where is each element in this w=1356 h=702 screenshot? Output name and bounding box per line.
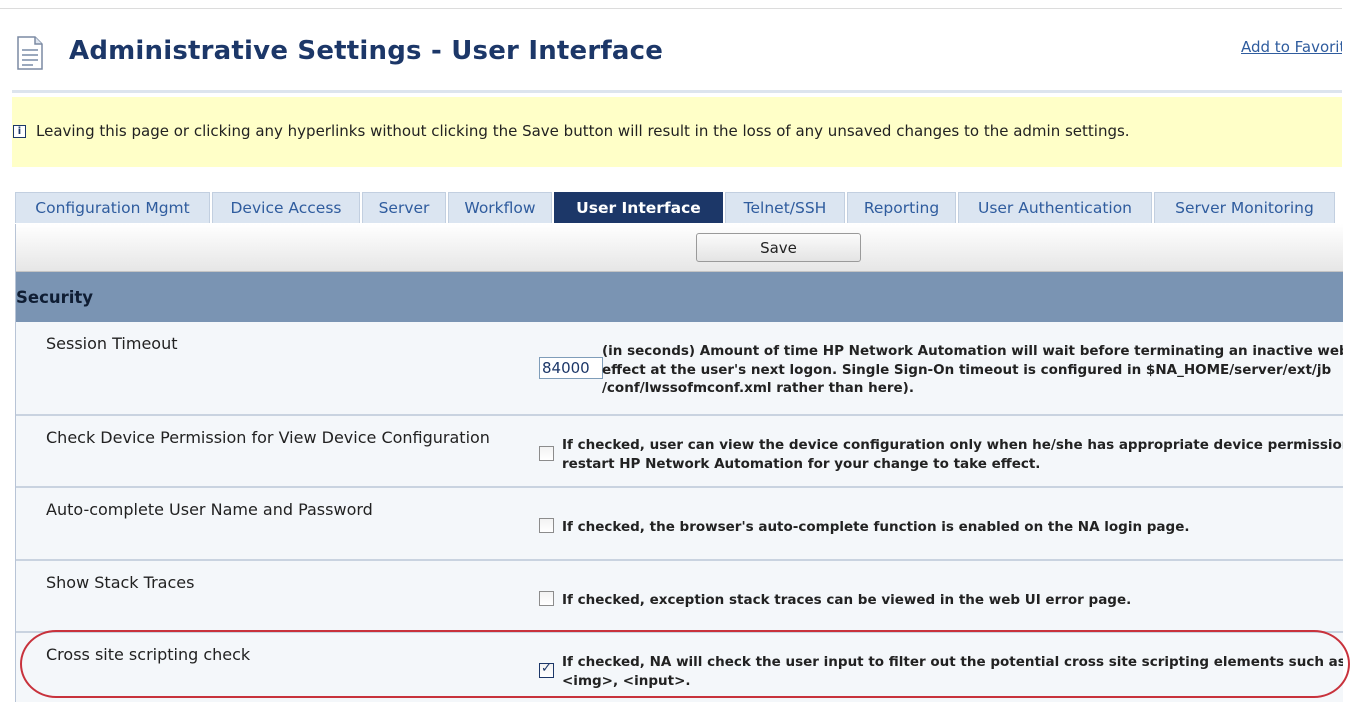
check-device-permission-checkbox[interactable] xyxy=(539,446,554,461)
tab-workflow[interactable]: Workflow xyxy=(448,192,552,223)
settings-panel: Save Security Session Timeout (in second… xyxy=(15,224,1343,702)
page-title: Administrative Settings - User Interface xyxy=(69,36,664,66)
tab-configuration-mgmt[interactable]: Configuration Mgmt xyxy=(15,192,210,223)
tab-server-monitoring[interactable]: Server Monitoring xyxy=(1154,192,1335,223)
section-header-security: Security xyxy=(16,272,1343,322)
setting-description: If checked, exception stack traces can b… xyxy=(562,592,1132,608)
frame-top-border xyxy=(0,8,1342,9)
tab-user-interface[interactable]: User Interface xyxy=(554,192,723,223)
save-toolbar: Save xyxy=(16,224,1343,272)
setting-row-check-device-permission: Check Device Permission for View Device … xyxy=(16,416,1343,488)
save-button[interactable]: Save xyxy=(696,233,861,262)
section-title: Security xyxy=(16,288,94,307)
setting-label: Auto-complete User Name and Password xyxy=(46,500,373,519)
unsaved-changes-notice: i Leaving this page or clicking any hype… xyxy=(12,97,1342,167)
session-timeout-input[interactable] xyxy=(539,357,603,379)
add-to-favorites-link[interactable]: Add to Favorites xyxy=(1241,38,1342,56)
cross-site-scripting-checkbox[interactable] xyxy=(539,661,554,678)
setting-label: Check Device Permission for View Device … xyxy=(46,428,490,447)
setting-description: (in seconds) Amount of time HP Network A… xyxy=(602,343,1343,396)
setting-label: Cross site scripting check xyxy=(46,645,251,664)
setting-description: If checked, the browser's auto-complete … xyxy=(562,519,1190,535)
tab-reporting[interactable]: Reporting xyxy=(847,192,956,223)
tab-user-authentication[interactable]: User Authentication xyxy=(958,192,1152,223)
setting-row-auto-complete: Auto-complete User Name and Password If … xyxy=(16,488,1343,561)
setting-label: Session Timeout xyxy=(46,334,178,353)
document-icon xyxy=(17,36,43,70)
setting-row-cross-site-scripting: Cross site scripting check If checked, N… xyxy=(16,633,1343,702)
notice-text: Leaving this page or clicking any hyperl… xyxy=(36,122,1130,140)
show-stack-traces-checkbox[interactable] xyxy=(539,591,554,606)
setting-label: Show Stack Traces xyxy=(46,573,195,592)
setting-description: If checked, NA will check the user input… xyxy=(562,654,1343,689)
setting-description: If checked, user can view the device con… xyxy=(562,437,1343,472)
tab-server[interactable]: Server xyxy=(362,192,446,223)
info-icon: i xyxy=(13,125,26,138)
tab-device-access[interactable]: Device Access xyxy=(212,192,360,223)
setting-row-show-stack-traces: Show Stack Traces If checked, exception … xyxy=(16,561,1343,633)
setting-row-session-timeout: Session Timeout (in seconds) Amount of t… xyxy=(16,322,1343,416)
tab-telnet-ssh[interactable]: Telnet/SSH xyxy=(725,192,845,223)
admin-settings-tabs: Configuration Mgmt Device Access Server … xyxy=(15,192,1342,224)
title-divider xyxy=(12,90,1342,93)
auto-complete-checkbox[interactable] xyxy=(539,518,554,533)
